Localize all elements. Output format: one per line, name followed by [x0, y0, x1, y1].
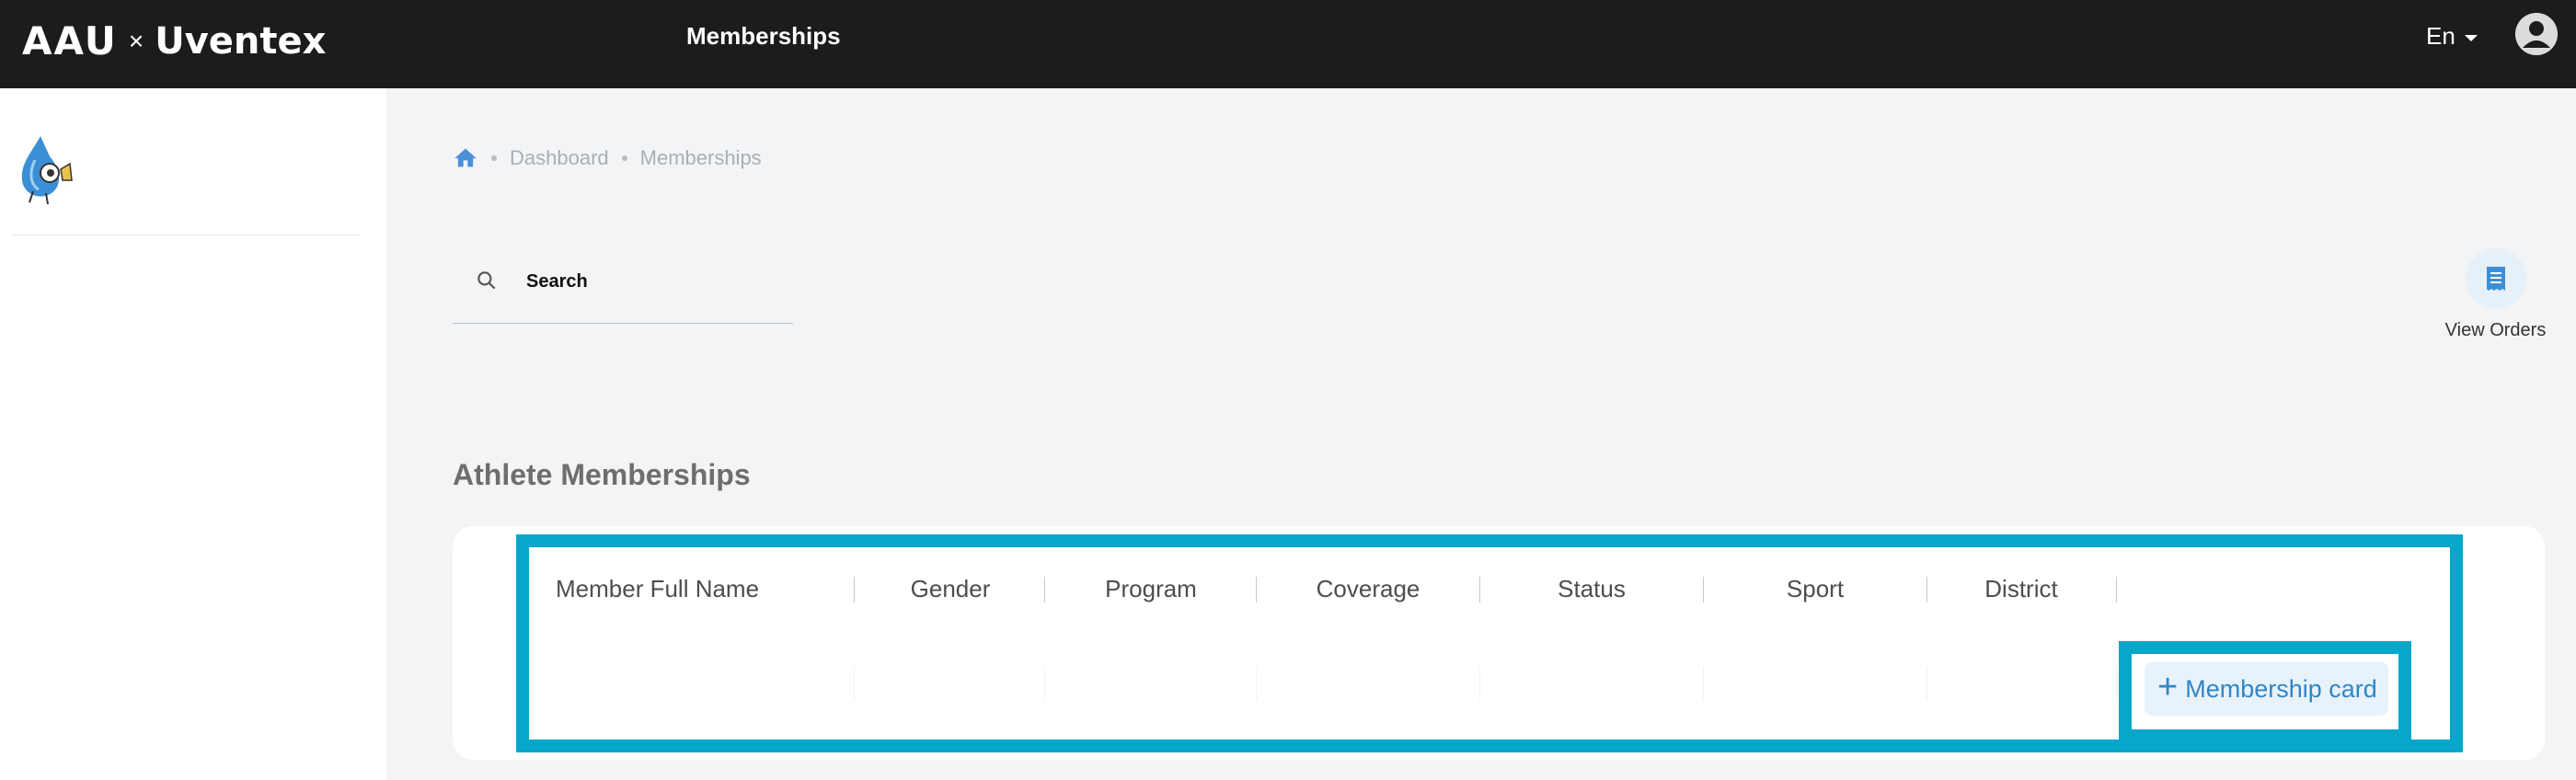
column-header-status[interactable]: Status	[1558, 575, 1626, 603]
page-title: Memberships	[686, 22, 841, 50]
receipt-icon	[2465, 248, 2526, 309]
column-divider[interactable]	[854, 577, 855, 602]
view-orders-label: View Orders	[2444, 320, 2547, 340]
row-divider	[2116, 667, 2117, 700]
breadcrumb-separator	[621, 155, 627, 161]
view-orders-button[interactable]: View Orders	[2445, 248, 2546, 341]
breadcrumb: Dashboard Memberships	[453, 145, 762, 171]
membership-card-label: Membership card	[2185, 674, 2377, 703]
search-field[interactable]	[453, 258, 793, 324]
mascot-logo-icon[interactable]	[13, 132, 81, 206]
row-divider	[1044, 667, 1045, 700]
logo-separator: ×	[128, 26, 144, 55]
logo-aau: AAU	[22, 18, 118, 63]
home-icon[interactable]	[453, 145, 478, 171]
breadcrumb-separator	[491, 155, 497, 161]
chevron-down-icon	[2464, 35, 2478, 41]
account-circle-icon[interactable]	[2515, 13, 2558, 55]
language-value: En	[2426, 22, 2455, 50]
column-header-sport[interactable]: Sport	[1787, 575, 1844, 603]
membership-card-button[interactable]: + Membership card	[2145, 662, 2388, 716]
column-header-coverage[interactable]: Coverage	[1317, 575, 1420, 603]
row-divider	[1256, 667, 1257, 700]
breadcrumb-current: Memberships	[639, 146, 762, 169]
section-title: Athlete Memberships	[453, 458, 751, 491]
column-divider[interactable]	[2116, 577, 2117, 602]
logo-uventex: Uventex	[155, 19, 327, 63]
column-header-program[interactable]: Program	[1105, 575, 1197, 603]
sidebar	[0, 88, 386, 780]
plus-icon: +	[2157, 668, 2179, 706]
column-divider[interactable]	[1256, 577, 1257, 602]
search-icon	[475, 269, 499, 292]
top-app-bar: AAU × Uventex Memberships En	[0, 0, 2576, 88]
column-divider[interactable]	[1044, 577, 1045, 602]
row-divider	[1703, 667, 1704, 700]
language-select[interactable]: En	[2426, 22, 2478, 51]
column-divider[interactable]	[1479, 577, 1480, 602]
column-divider[interactable]	[1926, 577, 1927, 602]
column-header-member-full-name[interactable]: Member Full Name	[556, 575, 759, 603]
row-divider	[1479, 667, 1480, 700]
column-header-district[interactable]: District	[1984, 575, 2057, 603]
column-divider[interactable]	[1703, 577, 1704, 602]
column-header-gender[interactable]: Gender	[911, 575, 991, 603]
row-divider	[854, 667, 855, 700]
search-input[interactable]	[526, 261, 784, 302]
row-divider	[1926, 667, 1927, 700]
brand-logo[interactable]: AAU × Uventex	[22, 18, 326, 63]
breadcrumb-dashboard[interactable]: Dashboard	[510, 146, 609, 170]
